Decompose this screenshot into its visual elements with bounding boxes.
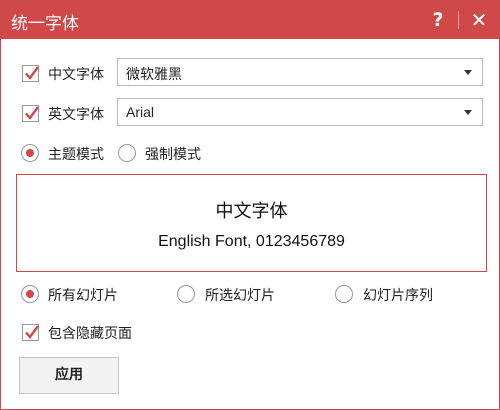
preview-en-text: English Font, 0123456789 xyxy=(158,233,345,250)
slide-sequence-label: 幻灯片序列 xyxy=(363,288,433,304)
include-hidden-label: 包含隐藏页面 xyxy=(48,326,132,342)
en-font-select[interactable]: Arial xyxy=(117,98,483,126)
help-icon[interactable]: ? xyxy=(427,7,449,33)
checkmark-icon xyxy=(25,66,39,80)
selected-slides-radio[interactable] xyxy=(177,285,195,303)
en-font-label: 英文字体 xyxy=(48,107,104,123)
all-slides-label: 所有幻灯片 xyxy=(48,288,118,304)
chevron-down-icon xyxy=(464,70,472,75)
preview-cn-text: 中文字体 xyxy=(215,201,288,222)
force-mode-radio[interactable] xyxy=(118,144,136,162)
font-preview-box: 中文字体 English Font, 0123456789 xyxy=(16,174,487,272)
force-mode-label: 强制模式 xyxy=(145,147,201,163)
checkmark-icon xyxy=(25,106,39,120)
slide-sequence-radio[interactable] xyxy=(335,285,353,303)
all-slides-radio[interactable] xyxy=(21,285,39,303)
selected-slides-label: 所选幻灯片 xyxy=(205,288,275,304)
checkmark-icon xyxy=(25,325,39,339)
en-font-value: Arial xyxy=(126,104,155,120)
cn-font-select[interactable]: 微软雅黑 xyxy=(117,58,483,86)
theme-mode-radio[interactable] xyxy=(21,144,39,162)
unify-font-dialog: 统一字体 ? ✕ 中文字体 微软雅黑 英文字体 Arial 主题模式 强制模式 … xyxy=(0,0,500,410)
title-bar: 统一字体 ? ✕ xyxy=(1,1,499,39)
apply-button[interactable]: 应用 xyxy=(19,357,119,394)
dialog-title: 统一字体 xyxy=(11,14,79,34)
include-hidden-checkbox[interactable] xyxy=(22,324,39,341)
cn-font-value: 微软雅黑 xyxy=(126,67,182,83)
cn-font-checkbox[interactable] xyxy=(22,65,39,82)
theme-mode-label: 主题模式 xyxy=(48,147,104,163)
cn-font-label: 中文字体 xyxy=(48,67,104,83)
titlebar-separator xyxy=(458,11,459,29)
chevron-down-icon xyxy=(464,110,472,115)
close-icon[interactable]: ✕ xyxy=(467,7,491,33)
en-font-checkbox[interactable] xyxy=(22,105,39,122)
